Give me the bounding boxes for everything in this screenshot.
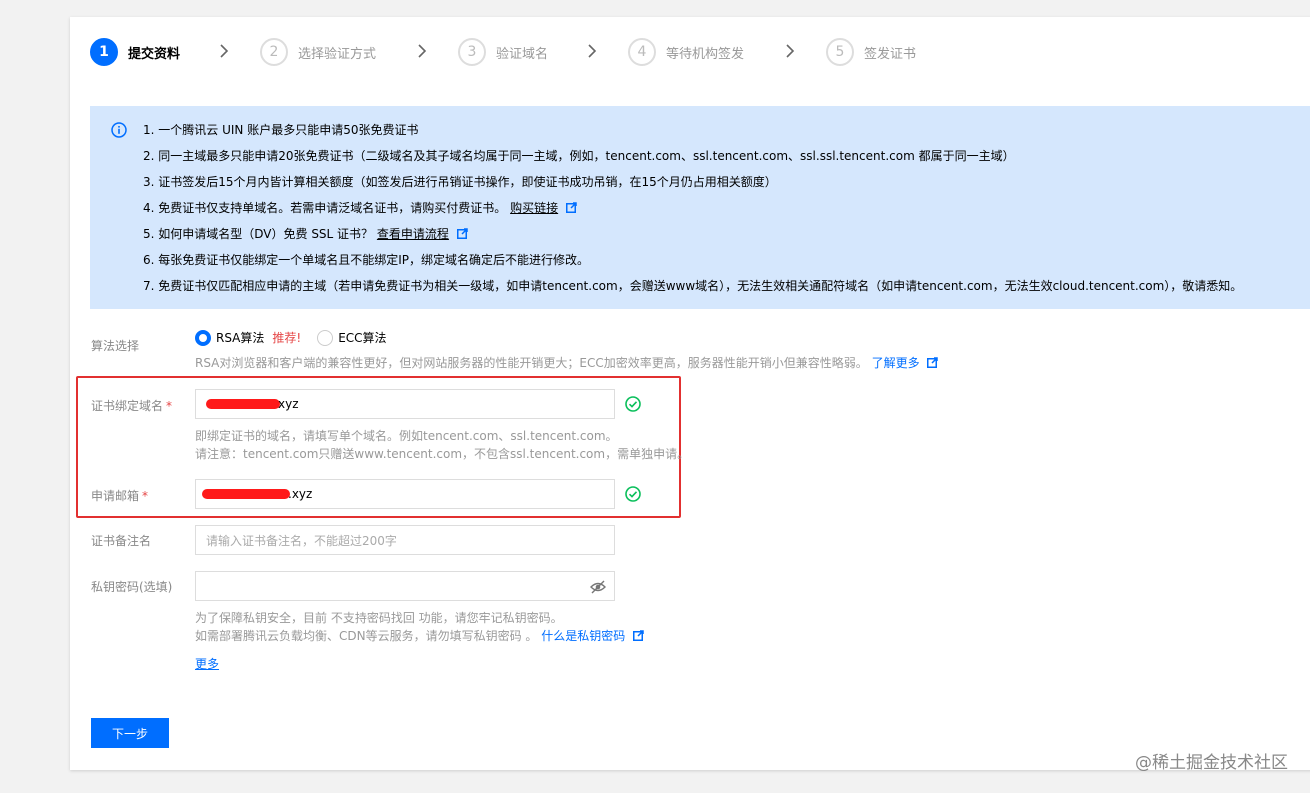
chevron-right-icon bbox=[414, 43, 430, 59]
step-label: 选择验证方式 bbox=[298, 46, 377, 62]
algorithm-radio-group: RSA算法 推荐! ECC算法 bbox=[195, 329, 403, 346]
chevron-right-icon bbox=[584, 43, 600, 59]
notice-item: 2. 同一主域最多只能申请20张免费证书（二级域名及其子域名均属于同一主域，例如… bbox=[143, 149, 1015, 163]
external-link-icon bbox=[565, 197, 577, 213]
step-1: 1 提交资料 bbox=[90, 37, 180, 67]
what-is-privkey-link[interactable]: 什么是私钥密码 bbox=[541, 629, 625, 643]
radio-unchecked-icon bbox=[317, 329, 334, 346]
external-link-icon bbox=[927, 355, 939, 368]
external-link-icon bbox=[633, 628, 644, 641]
external-link-icon bbox=[456, 223, 468, 239]
privkey-label: 私钥密码(选填) bbox=[91, 580, 173, 594]
chevron-right-icon bbox=[216, 43, 232, 59]
redaction-mark bbox=[202, 489, 290, 499]
check-circle-icon bbox=[625, 486, 641, 502]
rsa-radio[interactable]: RSA算法 推荐! bbox=[195, 329, 301, 346]
step-2: 2 选择验证方式 bbox=[260, 37, 376, 67]
privkey-help-1: 为了保障私钥安全，目前 不支持密码找回 功能，请您牢记私钥密码。 bbox=[195, 611, 563, 625]
step-label: 验证域名 bbox=[496, 46, 549, 62]
domain-label: 证书绑定域名 * bbox=[91, 399, 173, 413]
algorithm-help: RSA对浏览器和客户端的兼容性更好，但对网站服务器的性能开销更大；ECC加密效率… bbox=[195, 354, 939, 372]
domain-help-1: 即绑定证书的域名，请填写单个域名。例如tencent.com、ssl.tence… bbox=[195, 429, 618, 443]
remark-label: 证书备注名 bbox=[91, 534, 152, 548]
step-number: 3 bbox=[458, 38, 486, 66]
notice-item: 5. 如何申请域名型（DV）免费 SSL 证书？ 查看申请流程 bbox=[143, 222, 1242, 248]
step-label: 签发证书 bbox=[864, 46, 917, 62]
chevron-right-icon bbox=[782, 43, 798, 59]
next-step-button[interactable]: 下一步 bbox=[91, 718, 169, 748]
remark-input[interactable]: 请输入证书备注名，不能超过200字 bbox=[195, 525, 615, 555]
step-4: 4 等待机构签发 bbox=[628, 37, 744, 67]
notice-item: 3. 证书签发后15个月内皆计算相关额度（如签发后进行吊销证书操作，即使证书成功… bbox=[143, 175, 777, 189]
step-number: 4 bbox=[628, 38, 656, 66]
step-5: 5 签发证书 bbox=[826, 37, 916, 67]
algorithm-label: 算法选择 bbox=[91, 339, 140, 353]
notice-item: 6. 每张免费证书仅能绑定一个单域名且不能绑定IP，绑定域名确定后不能进行修改。 bbox=[143, 253, 590, 267]
step-number: 5 bbox=[826, 38, 854, 66]
step-label: 提交资料 bbox=[128, 46, 181, 62]
email-label: 申请邮箱 * bbox=[91, 489, 149, 503]
notice-list: 1. 一个腾讯云 UIN 账户最多只能申请50张免费证书 2. 同一主域最多只能… bbox=[143, 118, 1242, 300]
eye-off-icon[interactable] bbox=[590, 579, 606, 595]
redaction-mark bbox=[206, 399, 280, 409]
domain-help-2: 请注意：tencent.com只赠送www.tencent.com，不包含ssl… bbox=[195, 447, 690, 461]
step-number: 1 bbox=[90, 38, 118, 66]
apply-flow-link[interactable]: 查看申请流程 bbox=[377, 227, 449, 241]
step-3: 3 验证域名 bbox=[458, 37, 548, 67]
recommend-badge: 推荐! bbox=[272, 331, 302, 345]
watermark: @稀土掘金技术社区 bbox=[1135, 753, 1288, 773]
check-circle-icon bbox=[625, 396, 641, 412]
notice-panel: 1. 一个腾讯云 UIN 账户最多只能申请50张免费证书 2. 同一主域最多只能… bbox=[90, 106, 1310, 309]
step-label: 等待机构签发 bbox=[666, 46, 745, 62]
apply-form-card: 1 提交资料 2 选择验证方式 3 验证域名 4 等待机构签发 5 签发证书 1… bbox=[70, 17, 1310, 770]
domain-input[interactable]: xyz bbox=[195, 389, 615, 419]
notice-item: 1. 一个腾讯云 UIN 账户最多只能申请50张免费证书 bbox=[143, 123, 419, 137]
privkey-password-input[interactable] bbox=[195, 571, 615, 601]
email-input[interactable]: .xyz bbox=[195, 479, 615, 509]
radio-checked-icon bbox=[195, 329, 211, 346]
notice-item: 4. 免费证书仅支持单域名。若需申请泛域名证书，请购买付费证书。 购买链接 bbox=[143, 196, 1242, 222]
step-number: 2 bbox=[260, 38, 288, 66]
notice-item: 7. 免费证书仅匹配相应申请的主域（若申请免费证书为相关一级域，如申请tence… bbox=[143, 279, 1243, 293]
info-icon bbox=[111, 122, 127, 138]
more-link[interactable]: 更多 bbox=[195, 655, 219, 672]
learn-more-link[interactable]: 了解更多 bbox=[872, 356, 920, 370]
ecc-radio[interactable]: ECC算法 bbox=[317, 329, 387, 346]
buy-link[interactable]: 购买链接 bbox=[510, 201, 558, 215]
privkey-help-2: 如需部署腾讯云负载均衡、CDN等云服务，请勿填写私钥密码 。 什么是私钥密码 bbox=[195, 627, 644, 645]
